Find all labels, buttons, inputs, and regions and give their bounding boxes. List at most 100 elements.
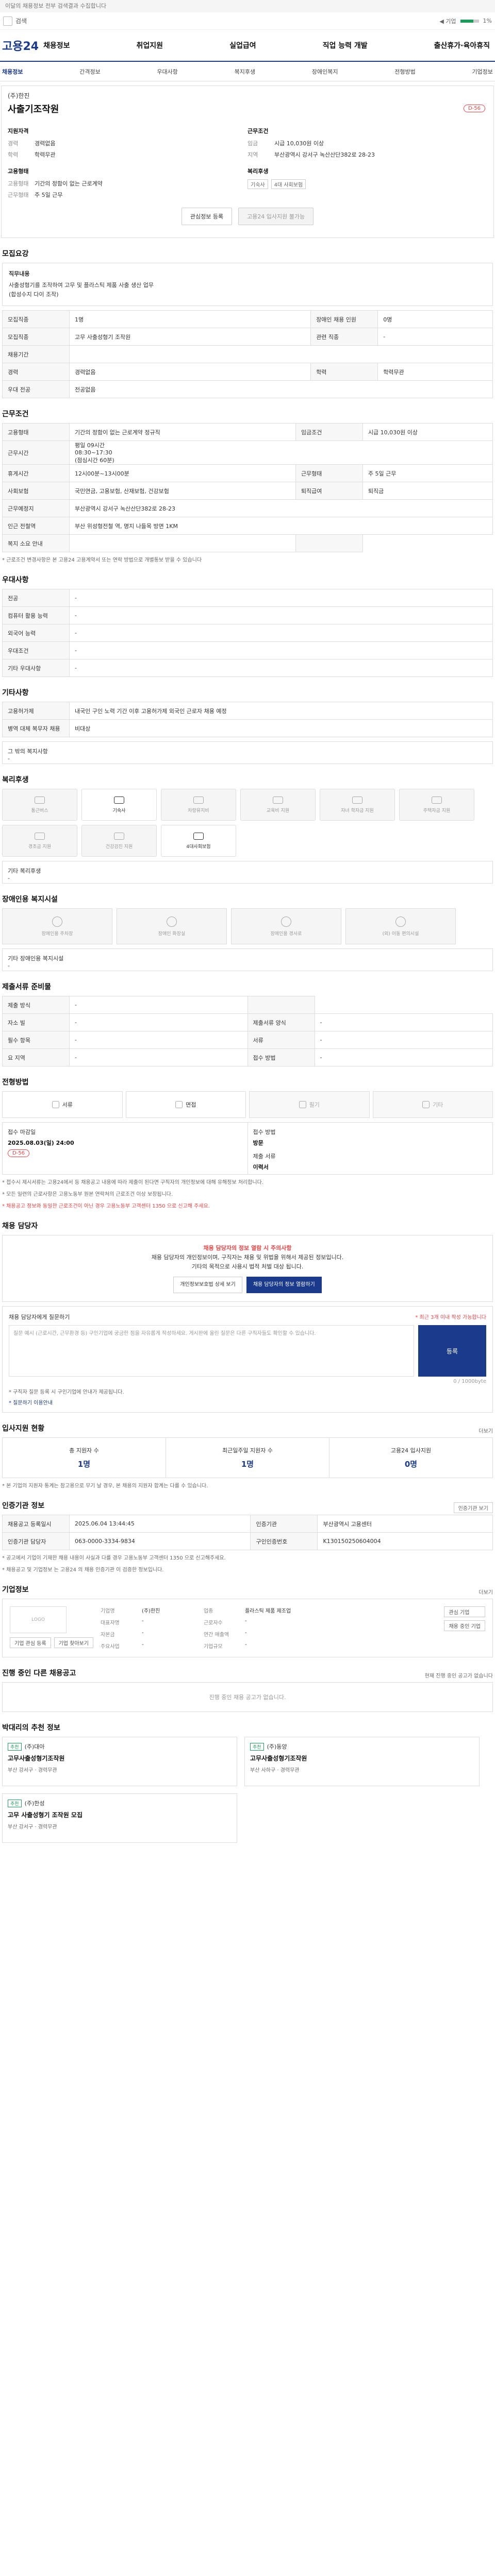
question-title: 채용 담당자에게 질문하기 — [9, 1314, 70, 1320]
table-cell: 학력무관 — [377, 363, 493, 381]
hiring-company-button[interactable]: 채용 중인 기업 — [444, 1620, 485, 1631]
recommend-title: 고무사출성형기조작원 — [250, 1755, 307, 1762]
nav-item[interactable]: 채용정보 — [40, 40, 73, 50]
contact-box: 채용 담당자의 정보 열람 시 주의사항 채용 담당자의 개인정보이며, 구직자… — [2, 1235, 493, 1302]
recommend-card[interactable]: 추천 (주)동양 고무사출성형기조작원 부산 사하구 · 경력무관 — [244, 1737, 480, 1786]
recommend-meta: 부산 강서구 · 경력무관 — [8, 1824, 57, 1830]
apply-button[interactable]: 고용24 입사지원 불가능 — [238, 208, 314, 225]
recruit-table: 모집직종 1명 장애인 채용 인원 0명 모집직종 고무 사출성형기 조작원 관련 직종 - 채… — [2, 310, 493, 398]
deadline-label: 접수 마감일 — [8, 1129, 36, 1136]
preference-heading: 우대사항 — [2, 576, 29, 584]
nav-item[interactable]: 직업 능력 개발 — [320, 40, 371, 50]
required-docs-section: 제출서류 준비물 제출 방식 - 자소 빌 - 제출서류 양식 - 필수 항목 - 서류 - 요 지… — [0, 981, 495, 1066]
tab-item[interactable]: 우대사항 — [157, 67, 177, 76]
preference-section: 우대사항 전공 - 컴퓨터 활용 능력 - 외국어 능력 - 우대조건 - 기타 우대사항 - — [0, 574, 495, 677]
info-value: 학력무관 — [35, 151, 56, 158]
table-row: 컴퓨터 활용 능력 - — [2, 606, 493, 624]
conditions-heading: 근무조건 — [2, 410, 29, 418]
stat-value: 1명 — [77, 1460, 91, 1469]
recommend-meta: 부산 사하구 · 경력무관 — [250, 1768, 300, 1773]
company-field-key: 주요사업 — [100, 1644, 120, 1650]
table-cell: - — [69, 1031, 248, 1049]
etc-box-value: - — [8, 755, 10, 762]
recommend-company: (주)대아 — [24, 1743, 45, 1750]
welfare-item: 교육비 지원 — [240, 789, 316, 821]
disabled-facility: 장애인용 경사로 — [231, 908, 341, 944]
privacy-law-button[interactable]: 개인정보보호법 상세 보기 — [173, 1277, 242, 1293]
tab-item[interactable]: 간격정보 — [79, 67, 100, 76]
job-desc-line: (합성수지 다이 조작) — [9, 291, 59, 298]
table-header-cell: 관련 직종 — [310, 328, 378, 346]
recommend-card[interactable]: 추천 (주)대아 고무사출성형기조작원 부산 강서구 · 경력무관 — [2, 1737, 237, 1786]
table-cell: 평일 09시간 08:30~17:30 (점심시간 60분) — [69, 440, 493, 465]
favorite-button[interactable]: 관심정보 등록 — [181, 208, 233, 225]
progress-fill — [460, 19, 473, 23]
recommend-tag: 추천 — [8, 1743, 22, 1751]
table-row: 휴게시간 12시00분~13시00분 근무형태 주 5일 근무 — [2, 464, 493, 482]
table-row: 자소 빌 - 제출서류 양식 - — [2, 1013, 493, 1031]
company-more-link[interactable]: 더보기 — [478, 1588, 493, 1596]
table-cell: - — [69, 589, 493, 607]
search-input[interactable]: 검색 — [15, 16, 436, 25]
recommend-section: 박대리의 추천 정보 추천 (주)대아 고무사출성형기조작원 부산 강서구 · 경력무… — [0, 1722, 495, 1843]
welfare-label: 4대사회보험 — [186, 844, 211, 850]
welfare-icon — [432, 796, 442, 804]
step-label: 서류 — [62, 1101, 73, 1108]
company-field-value: (주)한진 — [141, 1608, 160, 1614]
welfare-icon — [114, 832, 124, 840]
site-logo[interactable]: 고용24 — [2, 37, 40, 54]
question-guide-link[interactable]: * 질문하기 이용안내 — [9, 1398, 486, 1406]
question-submit-button[interactable]: 등록 — [418, 1325, 486, 1377]
stats-more-link[interactable]: 더보기 — [478, 1427, 493, 1434]
table-cell: K130150250604004 — [317, 1532, 493, 1550]
tab-item[interactable]: 전형방법 — [394, 67, 415, 76]
org-view-button[interactable]: 인증기관 보기 — [453, 1502, 493, 1513]
etc-box: 그 밖의 복지사항 - — [2, 741, 493, 764]
org-note: * 채용공고 및 기업정보 는 고용24 의 채용 인증기관 이 검증한 정보입… — [2, 1567, 164, 1573]
company-search-button[interactable]: 기업 찾아보기 — [54, 1637, 93, 1648]
stat-value: 1명 — [241, 1460, 254, 1469]
table-header-cell: 우대 전공 — [2, 380, 70, 398]
disabled-facility: (외) 이동 편의시설 — [345, 908, 456, 944]
nav-item[interactable]: 실업급여 — [226, 40, 259, 50]
table-cell: 부산광역시 고용센터 — [317, 1515, 493, 1533]
job-desc-label: 직무내용 — [9, 270, 30, 277]
benefits-title: 복리후생 — [248, 168, 269, 175]
company-link[interactable]: ◀ 기업 — [439, 17, 456, 25]
tab-item[interactable]: 장애인복지 — [312, 67, 338, 76]
welfare-item: 4대사회보험 — [161, 825, 236, 857]
table-cell: - — [69, 659, 493, 677]
search-icon[interactable] — [3, 16, 12, 26]
stat-label: 최근일주일 지원자 수 — [222, 1447, 273, 1454]
nav-item[interactable]: 출산휴가·육아휴직 — [431, 40, 493, 50]
step-label: 필기 — [309, 1101, 320, 1108]
table-row: 고용형태 기간의 정함이 없는 근로계약 정규직 임금조건 시급 10,030원 이상 — [2, 423, 493, 441]
info-value: 주 5일 근무 — [35, 192, 63, 198]
table-header-cell: 고용형태 — [2, 423, 70, 441]
benefit-badge: 기숙사 — [248, 179, 268, 189]
question-textarea[interactable]: 질문 예시 (근로시간, 근무환경 등) 구인기업에 궁금한 점을 자유롭게 작… — [9, 1325, 414, 1377]
table-header-cell: 채용공고 등록일시 — [2, 1515, 70, 1533]
company-field-key: 자본금 — [100, 1632, 115, 1638]
table-row: 필수 항목 - 서류 - — [2, 1031, 493, 1049]
process-section: 전형방법 서류 면접 필기 기타 접수 마감일 2025.08.03(일) 24:00 D… — [0, 1077, 495, 1210]
table-header-cell: 요 지역 — [2, 1048, 70, 1066]
table-row: 채용기간 — [2, 345, 493, 363]
tab-item[interactable]: 채용정보 — [2, 67, 23, 76]
recommend-card[interactable]: 추천 (주)한성 고무 사출성형기 조작원 모집 부산 강서구 · 경력무관 — [2, 1793, 237, 1843]
company-favorite-button[interactable]: 기업 관심 등록 — [10, 1637, 51, 1648]
nav-item[interactable]: 취업지원 — [134, 40, 167, 50]
info-key: 임금 — [248, 140, 258, 147]
favorite-company-button[interactable]: 관심 기업 — [444, 1606, 485, 1617]
contact-line: 기타의 목적으로 사용시 법적 처벌 대상 됩니다. — [191, 1263, 304, 1270]
recommend-title: 고무사출성형기조작원 — [8, 1755, 65, 1762]
view-contact-button[interactable]: 채용 담당자의 정보 열람하기 — [246, 1277, 322, 1293]
welfare-label: 주택자금 지원 — [423, 808, 451, 814]
company-logo: LOGO — [10, 1606, 67, 1633]
table-cell: - — [69, 606, 493, 624]
table-header-cell: 경력 — [2, 363, 70, 381]
apply-method-label: 접수 방법 — [253, 1129, 276, 1136]
table-header-cell: 전공 — [2, 589, 70, 607]
tab-item[interactable]: 복지후생 — [235, 67, 255, 76]
tab-item[interactable]: 기업정보 — [472, 67, 492, 76]
